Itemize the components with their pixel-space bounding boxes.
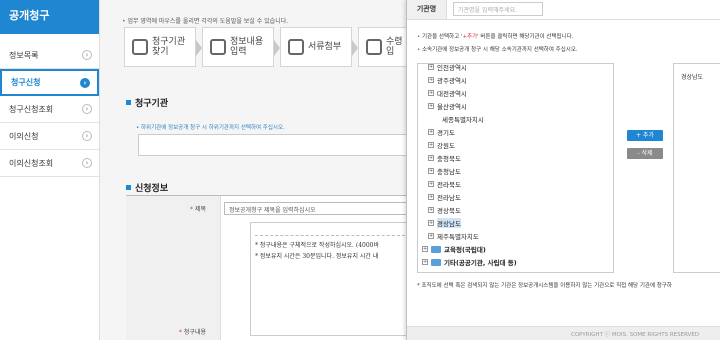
sidebar-item-label: 이의신청 (9, 131, 39, 141)
sidebar: 공개청구 정보목록 › 청구신청 › 청구신청조회 › 이의신청 › 이의신청조… (0, 0, 100, 340)
help-notice-text: 업무 영역에 마우스를 올리면 각각의 도움말을 보실 수 있습니다. (127, 18, 289, 25)
expand-icon[interactable]: + (428, 220, 434, 226)
sidebar-title: 공개청구 (0, 0, 99, 34)
subject-input[interactable]: 정보공개청구 제목을 입력하십시오 (224, 202, 410, 215)
step-label: 청구기관 찾기 (152, 37, 186, 57)
search-icon (132, 39, 148, 55)
expand-icon[interactable]: + (428, 64, 434, 70)
tree-item-selected[interactable]: + 경상남도 (428, 218, 461, 228)
expand-icon[interactable]: + (422, 259, 428, 265)
content-line: * 정보유지 시간은 30분입니다. 정보유지 시간 내 (255, 253, 379, 260)
org-name-label: 기관명 (407, 0, 447, 19)
tree-item[interactable]: + 기타(공공기관, 사립대 등) (422, 257, 517, 267)
delete-button[interactable]: - 삭제 (627, 148, 663, 159)
tree-item[interactable]: + 광주광역시 (428, 75, 467, 85)
tree-item[interactable]: + 교육청(국립대) (422, 244, 486, 254)
step-label: 서류첨부 (308, 42, 342, 52)
tree-item[interactable]: + 제주특별자치도 (428, 231, 479, 241)
help-notice: • 업무 영역에 마우스를 올리면 각각의 도움말을 보실 수 있습니다. (122, 18, 289, 25)
org-tree[interactable]: + 인천광역시 + 광주광역시 + 대전광역시 + 울산광역시 세종특별자치시 + 경기도… (417, 63, 614, 273)
tree-item[interactable]: + 전라남도 (428, 192, 461, 202)
popup-footer: COPYRIGHT ⓒ MOIS. SOME RIGHTS RESERVED (407, 326, 720, 340)
page: 공개청구 정보목록 › 청구신청 › 청구신청조회 › 이의신청 › 이의신청조… (0, 0, 720, 340)
sidebar-item-objection-lookup[interactable]: 이의신청조회 › (0, 150, 99, 177)
document-icon (366, 39, 382, 55)
expand-icon[interactable]: + (428, 233, 434, 239)
popup-note-suborg: • 소속기관에 정보공개 청구 시 해당 소속기관까지 선택하여 주십시오. (417, 47, 578, 53)
sidebar-item-label: 정보목록 (9, 50, 39, 60)
tree-item[interactable]: + 충청북도 (428, 153, 461, 163)
chevron-right-icon: › (82, 50, 92, 60)
org-name-row: 기관명 기관명을 입력해주세요. (407, 0, 720, 20)
copyright: COPYRIGHT ⓒ MOIS. SOME RIGHTS RESERVED (571, 332, 700, 338)
tree-item[interactable]: + 경상북도 (428, 205, 461, 215)
tree-item[interactable]: + 충청남도 (428, 166, 461, 176)
selected-org-box[interactable] (138, 134, 410, 156)
step-indicator: 청구기관 찾기 정보내용 입력 서류첨부 수령 정보입 (124, 27, 436, 67)
tree-item[interactable]: + 전라북도 (428, 179, 461, 189)
chevron-right-icon: › (82, 131, 92, 141)
chevron-right-icon: › (82, 158, 92, 168)
folder-icon (431, 245, 441, 253)
step-label: 정보내용 입력 (230, 37, 264, 57)
step-find-org[interactable]: 청구기관 찾기 (124, 27, 202, 67)
section-bullet-icon (126, 100, 131, 105)
sidebar-item-label: 청구신청조회 (9, 104, 54, 114)
sidebar-item-label: 청구신청 (11, 78, 41, 87)
expand-icon[interactable]: + (422, 246, 428, 252)
expand-icon[interactable]: + (428, 207, 434, 213)
folder-icon (431, 258, 441, 266)
section-bullet-icon (126, 185, 131, 190)
tree-item[interactable]: + 강원도 (428, 140, 455, 150)
expand-icon[interactable]: + (428, 142, 434, 148)
edit-icon (210, 39, 226, 55)
tree-item[interactable]: 세종특별자치시 (442, 114, 484, 124)
selected-org-item[interactable]: 경상남도 (681, 72, 703, 81)
expand-icon[interactable]: + (428, 181, 434, 187)
tree-item[interactable]: + 인천광역시 (428, 64, 467, 72)
org-search-popup: 기관명 기관명을 입력해주세요. • 기관을 선택하고 '+추가' 버튼을 클릭… (406, 0, 720, 340)
add-button[interactable]: + 추가 (627, 130, 663, 141)
content-textarea[interactable]: * 청구내용은 구체적으로 작성하십시오. (4000바 * 정보유지 시간은 … (250, 222, 410, 336)
org-hint: • 하위기관에 정보공개 청구 시 하위기관까지 선택하여 주십시오. (136, 125, 285, 131)
popup-note-add: • 기관을 선택하고 '+추가' 버튼을 클릭하면 해당기관이 선택됩니다. (417, 34, 574, 40)
step-enter-info[interactable]: 정보내용 입력 (202, 27, 280, 67)
step-attach-docs[interactable]: 서류첨부 (280, 27, 358, 67)
expand-icon[interactable]: + (428, 155, 434, 161)
subject-label: * 제목 (189, 206, 206, 213)
content-line: * 청구내용은 구체적으로 작성하십시오. (4000바 (255, 242, 379, 249)
main-content: • 업무 영역에 마우스를 올리면 각각의 도움말을 보실 수 있습니다. 청구… (100, 0, 430, 340)
folder-icon (288, 39, 304, 55)
popup-footer-note: * 조직도에 선택 혹은 검색되지 않는 기관은 정보공개시스템을 이용하지 않… (417, 283, 672, 289)
sidebar-item-label: 이의신청조회 (9, 158, 54, 168)
expand-icon[interactable]: + (428, 129, 434, 135)
sidebar-item-request-lookup[interactable]: 청구신청조회 › (0, 96, 99, 123)
org-name-input[interactable]: 기관명을 입력해주세요. (453, 2, 543, 16)
sidebar-item-info-list[interactable]: 정보목록 › (0, 42, 99, 69)
org-section-title: 청구기관 (126, 96, 168, 109)
tree-item[interactable]: + 경기도 (428, 127, 455, 137)
info-section-title: 신청정보 (126, 181, 168, 194)
chevron-right-icon: › (80, 77, 90, 88)
tree-item[interactable]: + 대전광역시 (428, 88, 467, 98)
request-form: * 제목 정보공개청구 제목을 입력하십시오 * 청구내용 * 청구내용은 구체적으… (126, 195, 410, 340)
expand-icon[interactable]: + (428, 103, 434, 109)
expand-icon[interactable]: + (428, 90, 434, 96)
content-label: * 청구내용 (178, 329, 206, 336)
tree-item[interactable]: + 울산광역시 (428, 101, 467, 111)
expand-icon[interactable]: + (428, 194, 434, 200)
sidebar-item-request[interactable]: 청구신청 › (0, 69, 99, 96)
expand-icon[interactable]: + (428, 168, 434, 174)
chevron-right-icon: › (82, 104, 92, 114)
selected-org-list[interactable]: 경상남도 (673, 63, 720, 273)
expand-icon[interactable]: + (428, 77, 434, 83)
sidebar-item-objection[interactable]: 이의신청 › (0, 123, 99, 150)
